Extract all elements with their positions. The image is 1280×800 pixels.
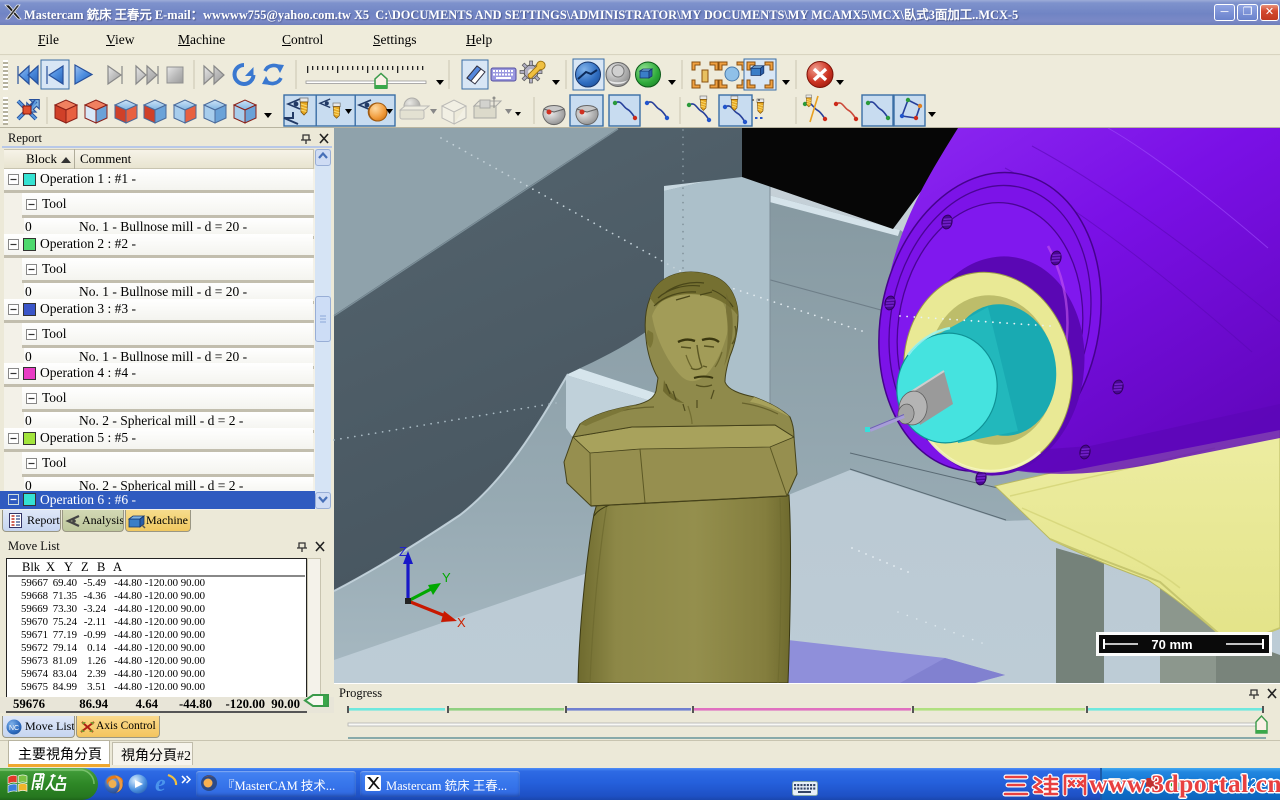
svg-text:Z: Z xyxy=(399,544,407,559)
svg-text:X: X xyxy=(457,615,466,630)
svg-text:e: e xyxy=(155,771,166,797)
svg-text:70 mm: 70 mm xyxy=(1151,637,1192,652)
svg-text:NC: NC xyxy=(9,725,19,732)
svg-text:Y: Y xyxy=(442,570,451,585)
